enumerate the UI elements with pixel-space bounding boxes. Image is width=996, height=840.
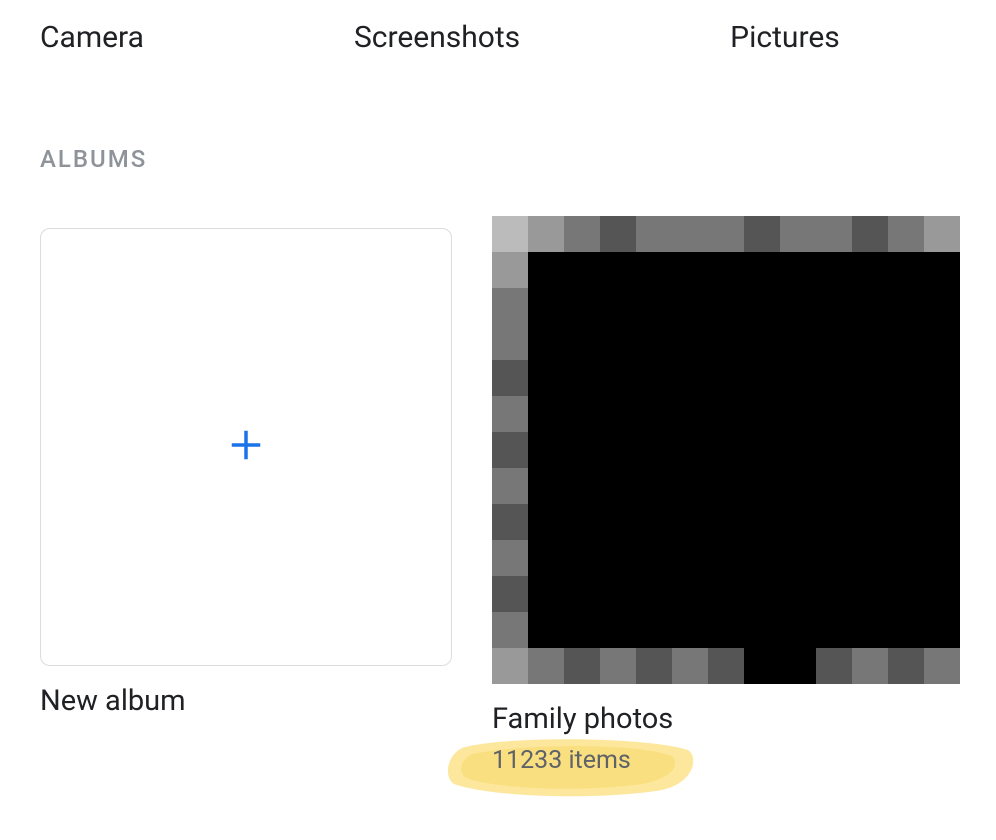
device-folders-row: Camera Screenshots Pictures — [0, 20, 996, 55]
family-album-subtitle-wrap: 11233 items — [492, 746, 960, 775]
folder-camera[interactable]: Camera — [40, 20, 144, 55]
folder-pictures[interactable]: Pictures — [730, 20, 840, 55]
family-album-card[interactable]: Family photos 11233 items — [492, 228, 960, 775]
new-album-box[interactable] — [40, 228, 452, 666]
family-album-label: Family photos — [492, 702, 960, 736]
family-album-item-count: 11233 items — [492, 746, 631, 775]
new-album-card[interactable]: New album — [40, 228, 452, 718]
album-thumbnail-image — [492, 216, 960, 684]
folder-screenshots[interactable]: Screenshots — [354, 20, 520, 55]
albums-row: New album Fa — [0, 228, 996, 775]
family-album-thumbnail[interactable] — [492, 216, 960, 684]
new-album-label: New album — [40, 684, 452, 718]
albums-section-title: ALBUMS — [0, 145, 996, 173]
plus-icon — [227, 426, 265, 468]
